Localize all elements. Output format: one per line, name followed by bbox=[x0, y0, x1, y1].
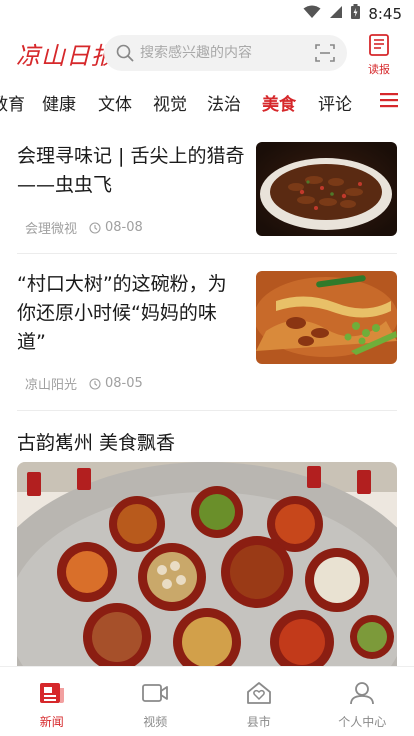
tab-vision[interactable]: 视觉 bbox=[153, 90, 187, 115]
scan-icon[interactable] bbox=[315, 44, 335, 62]
nav-news-label: 新闻 bbox=[39, 715, 64, 729]
nav-news[interactable]: 新闻 bbox=[0, 667, 104, 736]
status-icons: 8:45 bbox=[303, 4, 402, 23]
search-bar[interactable] bbox=[104, 35, 347, 71]
tab-health[interactable]: 健康 bbox=[42, 90, 76, 115]
tab-food[interactable]: 美食 bbox=[262, 90, 296, 115]
bottom-navigation: 新闻 视频 县市 个人中心 bbox=[0, 666, 414, 736]
divider bbox=[17, 253, 397, 254]
wifi-icon bbox=[303, 4, 321, 23]
nav-county[interactable]: 县市 bbox=[207, 667, 311, 736]
battery-icon bbox=[351, 4, 361, 23]
app-header: 凉山日报 读报 bbox=[0, 30, 414, 76]
news-list-item[interactable]: 会理寻味记 | 舌尖上的猎奇——虫虫飞 会理微视 08-08 bbox=[17, 142, 397, 237]
search-icon bbox=[116, 44, 134, 62]
news-meta: 会理微视 08-08 bbox=[25, 218, 143, 237]
news-title: “村口大树”的这碗粉，为你还原小时候“妈妈的味道” bbox=[17, 273, 227, 353]
video-icon bbox=[142, 681, 169, 709]
divider bbox=[17, 410, 397, 411]
user-icon bbox=[349, 681, 375, 709]
news-date: 08-05 bbox=[105, 376, 143, 391]
nav-video[interactable]: 视频 bbox=[104, 667, 208, 736]
news-source: 会理微视 bbox=[25, 222, 78, 237]
signal-icon bbox=[329, 4, 343, 23]
channel-tabs: 教育 健康 文体 视觉 法治 美食 评论 bbox=[0, 80, 414, 122]
nav-video-label: 视频 bbox=[143, 715, 168, 729]
clock-icon bbox=[89, 377, 101, 390]
tab-culture-sports[interactable]: 文体 bbox=[98, 90, 132, 115]
nav-profile[interactable]: 个人中心 bbox=[311, 667, 414, 736]
clock-icon bbox=[89, 221, 101, 234]
news-thumbnail bbox=[256, 142, 397, 236]
tab-law[interactable]: 法治 bbox=[207, 90, 241, 115]
search-input[interactable] bbox=[140, 45, 310, 61]
app-logo: 凉山日报 bbox=[16, 42, 116, 70]
news-source: 凉山阳光 bbox=[25, 378, 78, 393]
tab-comment[interactable]: 评论 bbox=[318, 90, 352, 115]
news-title: 会理寻味记 | 舌尖上的猎奇——虫虫飞 bbox=[17, 145, 245, 196]
news-thumbnail bbox=[256, 271, 397, 364]
news-date: 08-08 bbox=[105, 220, 143, 235]
status-bar: 8:45 bbox=[0, 0, 414, 28]
nav-county-label: 县市 bbox=[246, 715, 271, 729]
newspaper-icon bbox=[368, 34, 390, 60]
read-label: 读报 bbox=[368, 63, 390, 76]
featured-title[interactable]: 古韵嶲州 美食飘香 bbox=[17, 428, 175, 455]
menu-icon[interactable] bbox=[380, 92, 398, 108]
county-icon bbox=[246, 681, 272, 709]
news-icon bbox=[39, 681, 65, 709]
tab-education[interactable]: 教育 bbox=[0, 90, 25, 115]
read-newspaper-button[interactable]: 读报 bbox=[364, 34, 394, 76]
news-meta: 凉山阳光 08-05 bbox=[25, 374, 143, 393]
nav-profile-label: 个人中心 bbox=[338, 715, 387, 729]
featured-image[interactable] bbox=[17, 462, 397, 668]
status-time: 8:45 bbox=[368, 4, 402, 23]
news-list-item[interactable]: “村口大树”的这碗粉，为你还原小时候“妈妈的味道” 凉山阳光 08-05 bbox=[17, 270, 397, 395]
